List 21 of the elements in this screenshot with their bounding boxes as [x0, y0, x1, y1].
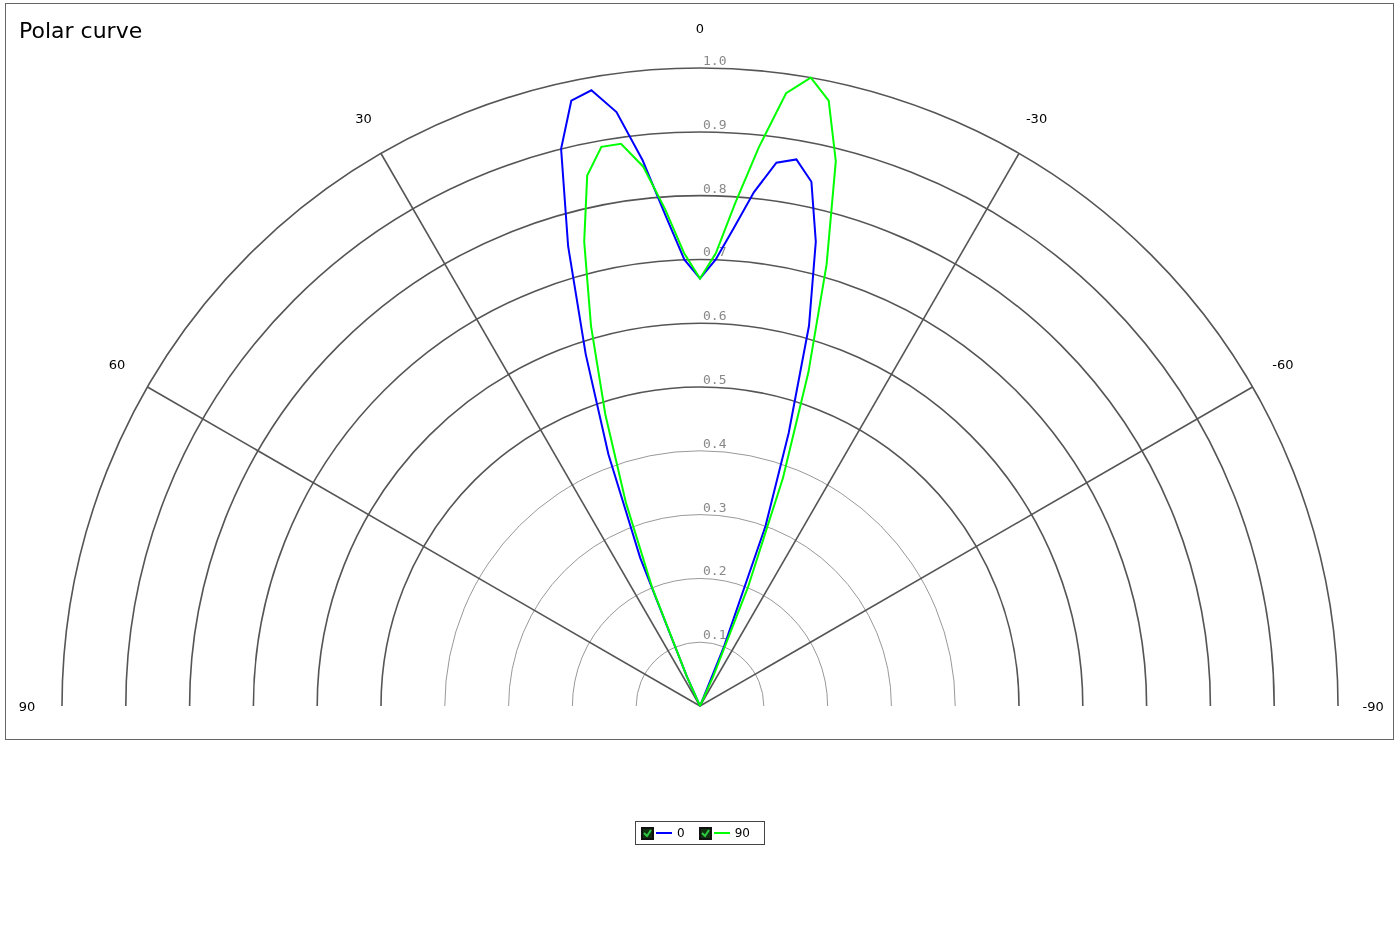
chart-title: Polar curve — [19, 18, 143, 43]
angle-label: -30 — [1025, 111, 1048, 127]
angle-label: 60 — [108, 357, 126, 373]
radius-label: 0.1 — [703, 627, 727, 643]
angle-label: 0 — [695, 20, 705, 36]
radius-label: 0.3 — [703, 499, 727, 515]
radius-label: 0.9 — [703, 116, 727, 132]
radius-label: 0.5 — [703, 372, 727, 387]
radius-label: 1.0 — [703, 53, 727, 68]
radius-label: 0.8 — [703, 180, 727, 196]
angle-label: -60 — [1272, 357, 1294, 373]
legend-checkbox[interactable] — [698, 826, 712, 840]
legend-label: 90 — [734, 826, 750, 840]
angle-label: 30 — [355, 111, 372, 127]
legend-checkbox[interactable] — [641, 826, 655, 840]
radius-label: 0.6 — [703, 308, 727, 324]
angle-label: -90 — [1362, 699, 1384, 714]
radius-label: 0.2 — [703, 563, 727, 579]
radius-label: 0.4 — [703, 435, 727, 451]
legend-label: 0 — [677, 826, 685, 840]
angle-label: 90 — [18, 699, 36, 714]
